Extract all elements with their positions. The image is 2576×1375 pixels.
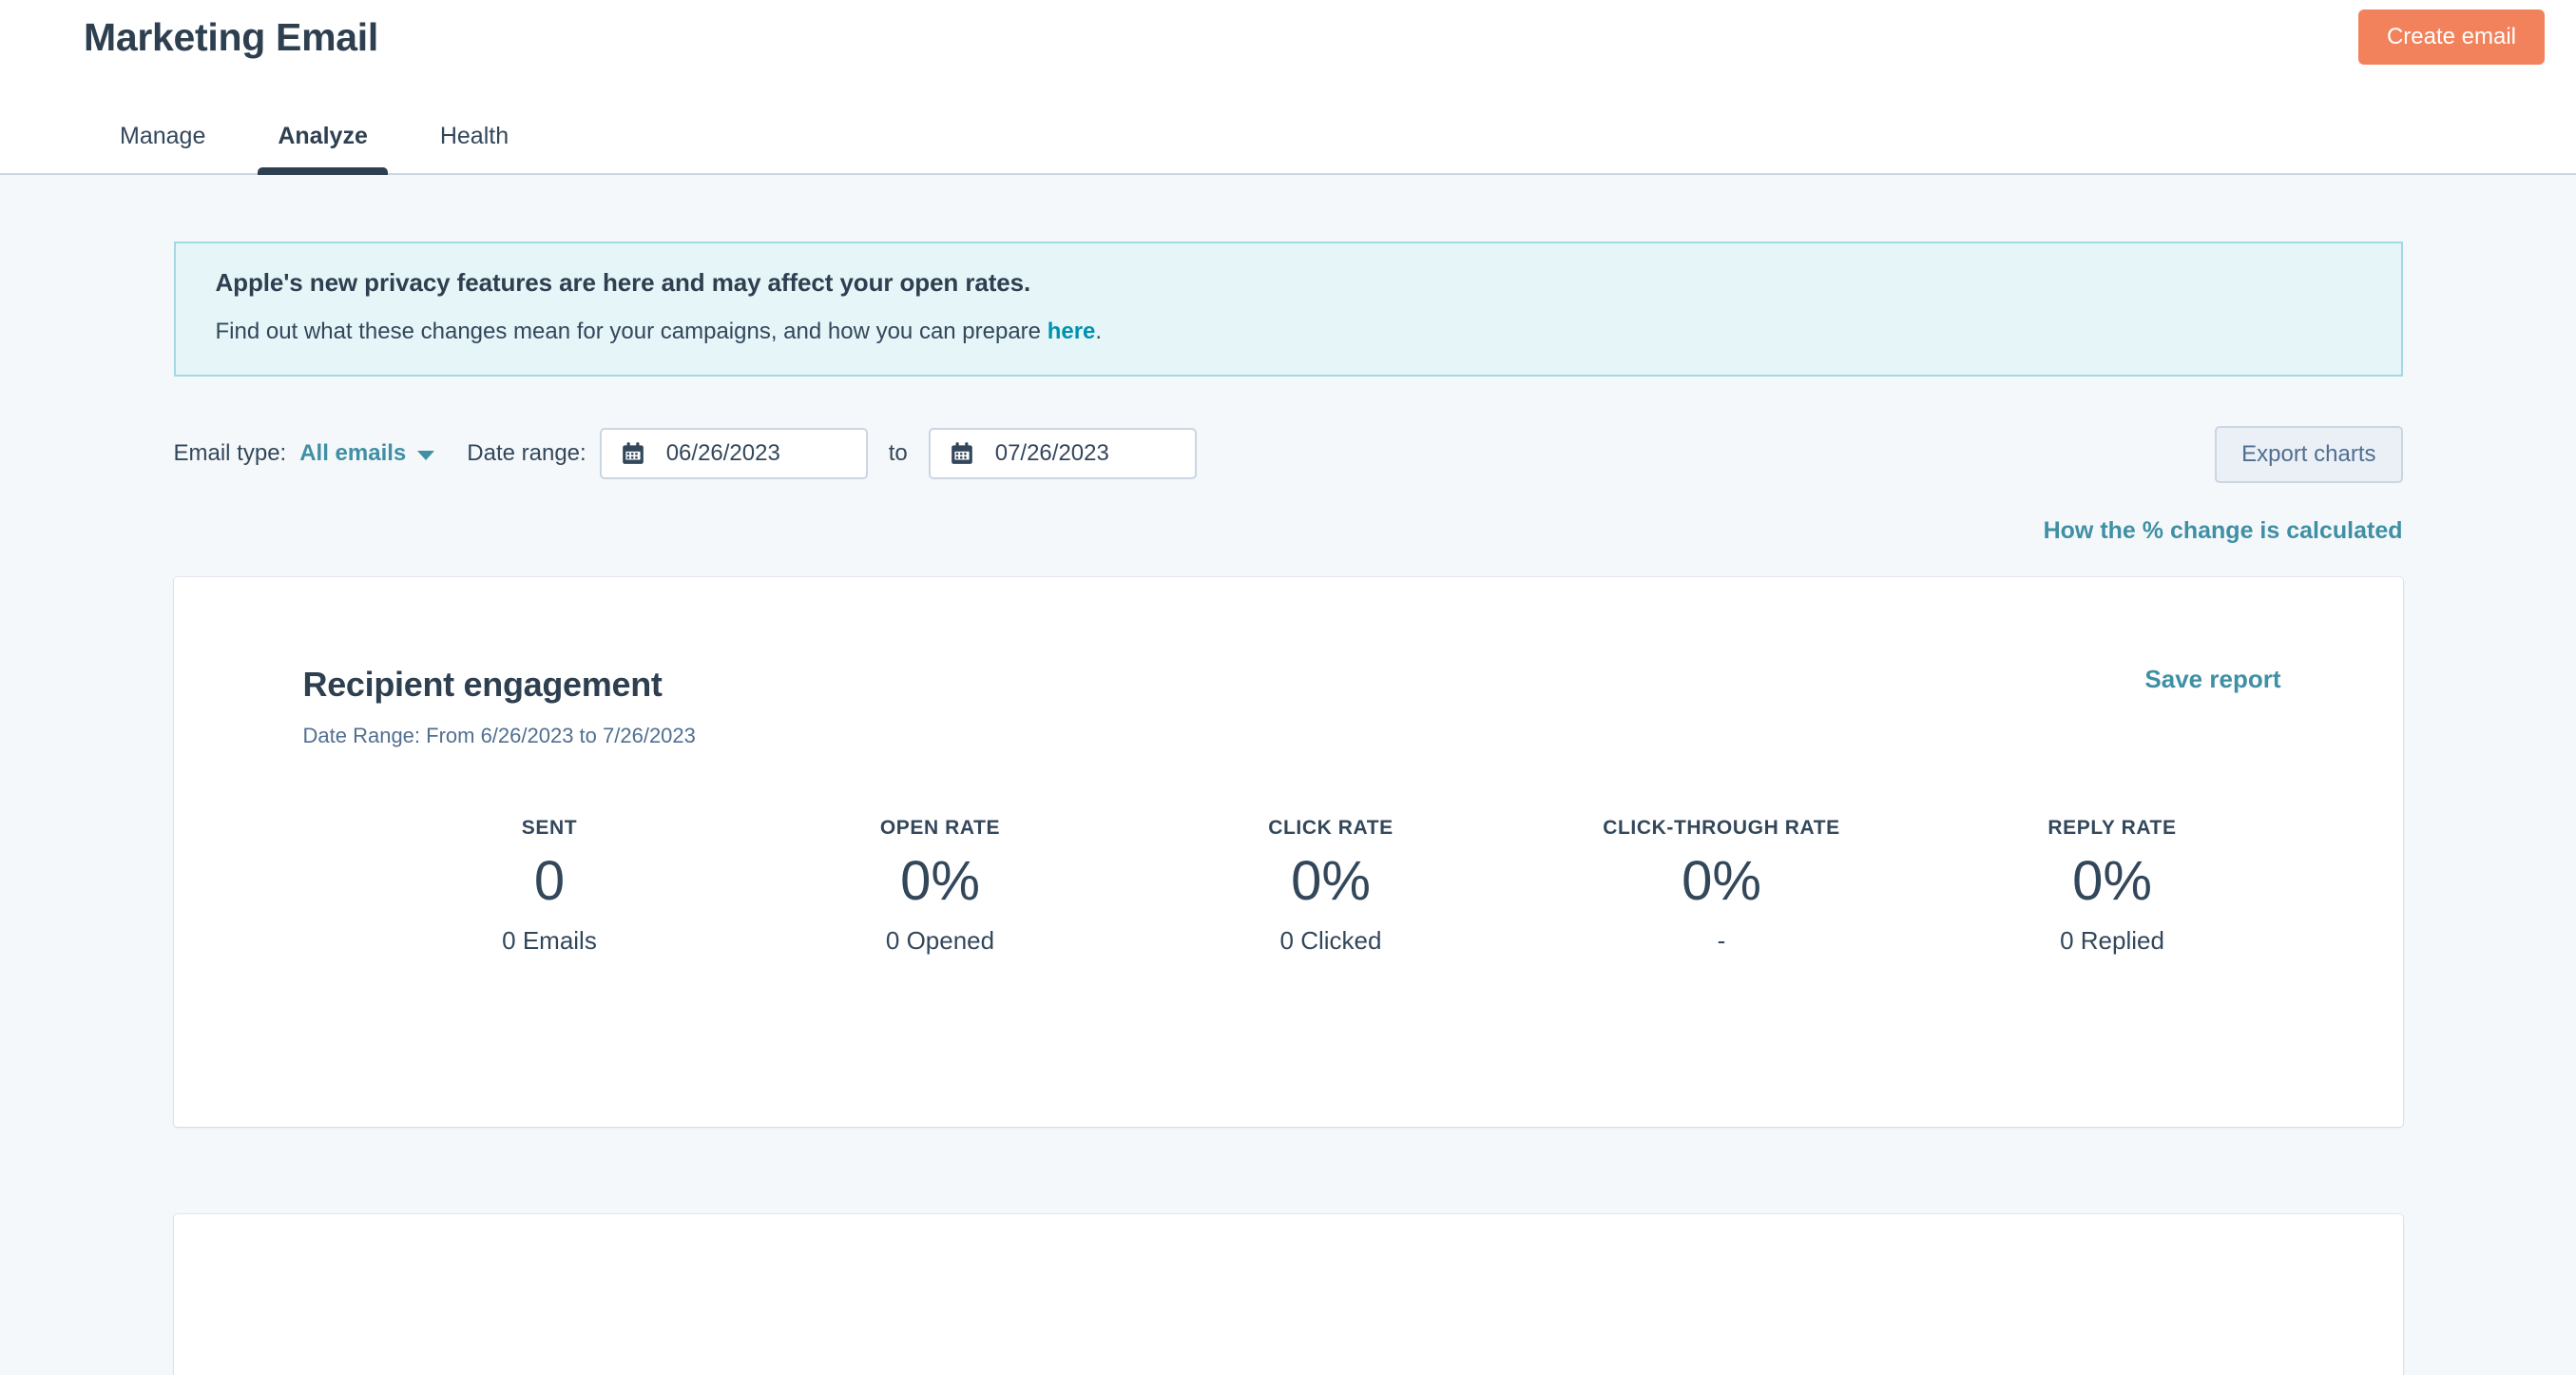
date-from-value: 06/26/2023	[665, 440, 780, 467]
calendar-icon	[951, 442, 972, 465]
calendar-icon	[622, 442, 644, 465]
date-range-label: Date range:	[467, 440, 586, 467]
save-report-link[interactable]: Save report	[2144, 665, 2280, 694]
metric-sublabel: 0 Opened	[885, 926, 995, 956]
metric-sublabel: 0 Clicked	[1279, 926, 1382, 956]
date-to-input[interactable]: 07/26/2023	[928, 428, 1197, 480]
alert-body: Find out what these changes mean for you…	[216, 317, 2361, 346]
recipient-engagement-card: Recipient engagement Date Range: From 6/…	[173, 577, 2403, 1128]
create-email-button[interactable]: Create email	[2357, 10, 2545, 66]
metric-label: CLICK RATE	[1268, 817, 1394, 840]
alert-text-after: .	[1095, 319, 1103, 344]
engagement-card-date-range: Date Range: From 6/26/2023 to 7/26/2023	[302, 724, 696, 748]
metric-click-through-rate: CLICK-THROUGH RATE 0% -	[1527, 817, 1917, 956]
pct-change-explainer-link[interactable]: How the % change is calculated	[174, 517, 2403, 545]
export-charts-button[interactable]: Export charts	[2215, 426, 2403, 484]
alert-here-link[interactable]: here	[1048, 319, 1096, 344]
chevron-down-icon	[417, 451, 435, 461]
primary-tabs: Manage Analyze Health	[84, 123, 545, 175]
engagement-metrics-row: SENT 0 0 Emails OPEN RATE 0% 0 Opened CL…	[174, 817, 2403, 956]
content-container: Apple's new privacy features are here an…	[173, 175, 2403, 1375]
email-type-label: Email type:	[173, 440, 287, 467]
metric-label: OPEN RATE	[879, 817, 1001, 840]
alert-title: Apple's new privacy features are here an…	[215, 268, 1031, 297]
tab-analyze[interactable]: Analyze	[241, 123, 403, 175]
metric-value: 0	[533, 850, 566, 913]
page-title: Marketing Email	[84, 15, 378, 59]
date-range-to-label: to	[888, 440, 908, 467]
metric-sublabel: 0 Emails	[502, 926, 597, 956]
metric-value: 0%	[900, 850, 980, 913]
metric-sublabel: 0 Replied	[2060, 926, 2164, 956]
tab-health[interactable]: Health	[404, 123, 545, 173]
metric-reply-rate: REPLY RATE 0% 0 Replied	[1917, 817, 2308, 956]
metric-label: CLICK-THROUGH RATE	[1603, 817, 1840, 840]
metric-open-rate: OPEN RATE 0% 0 Opened	[745, 817, 1136, 956]
metric-value: 0%	[1682, 850, 1761, 913]
metric-value: 0%	[1291, 850, 1371, 913]
metric-label: REPLY RATE	[2047, 817, 2177, 840]
metric-sent: SENT 0 0 Emails	[355, 817, 745, 956]
tab-manage[interactable]: Manage	[84, 123, 241, 173]
secondary-report-card	[173, 1214, 2403, 1375]
metric-value: 0%	[2072, 850, 2152, 913]
alert-text-before: Find out what these changes mean for you…	[215, 319, 1048, 344]
email-type-dropdown[interactable]: All emails	[299, 440, 435, 467]
metric-click-rate: CLICK RATE 0% 0 Clicked	[1136, 817, 1527, 956]
app-header: Marketing Email Create email Manage Anal…	[0, 0, 2576, 175]
date-to-value: 07/26/2023	[994, 440, 1109, 467]
metric-sublabel: -	[1717, 926, 1726, 956]
privacy-alert-banner: Apple's new privacy features are here an…	[173, 242, 2403, 378]
date-from-input[interactable]: 06/26/2023	[599, 428, 868, 480]
metric-label: SENT	[521, 817, 578, 840]
page-body: Apple's new privacy features are here an…	[0, 175, 2576, 1375]
filter-bar: Email type: All emails Date range: 06/26…	[173, 424, 2403, 484]
email-type-value: All emails	[299, 440, 407, 467]
engagement-card-title: Recipient engagement	[302, 665, 663, 705]
